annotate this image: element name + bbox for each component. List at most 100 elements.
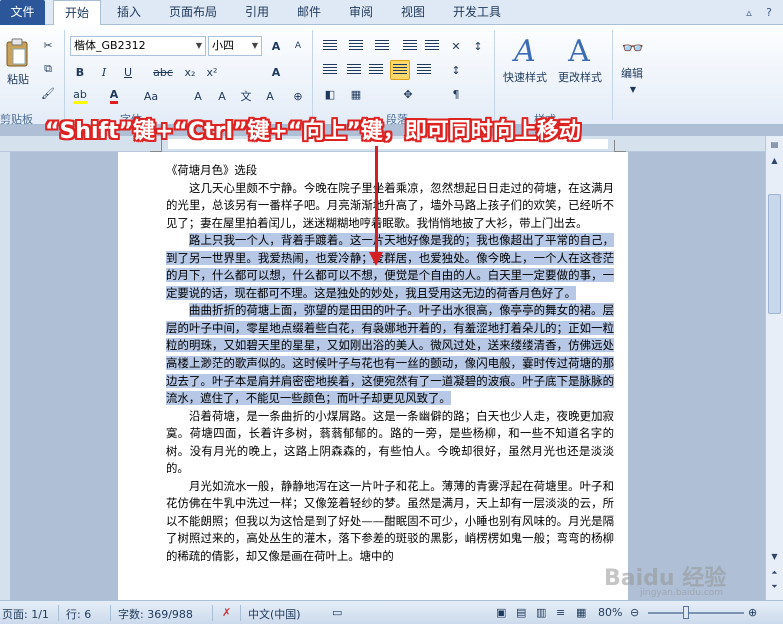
increase-indent-icon[interactable]	[422, 36, 442, 56]
tab-view[interactable]: 视图	[392, 0, 434, 25]
font-name-value: 楷体_GB2312	[74, 39, 146, 52]
page-indicator[interactable]: 页面: 1/1	[2, 606, 49, 622]
borders-icon[interactable]: ▦	[346, 84, 366, 104]
chevron-down-icon[interactable]: ▼	[626, 83, 640, 95]
cut-icon[interactable]: ✂	[38, 35, 58, 55]
print-layout-icon[interactable]: ▣	[496, 606, 506, 619]
align-right-icon[interactable]	[366, 60, 386, 80]
full-screen-reading-icon[interactable]: ▤	[516, 606, 526, 619]
paragraph: 这几天心里颇不宁静。今晚在院子里坐着乘凉，忽然想起日日走过的荷塘，在这满月的光里…	[166, 180, 614, 230]
decrease-indent-icon[interactable]	[400, 36, 420, 56]
zoom-level[interactable]: 80%	[598, 606, 622, 619]
tab-developer[interactable]: 开发工具	[444, 0, 510, 25]
selection-highlight: 路上只我一个人，背着手踱着。这一片天地好像是我的；我也像超出了平常的自己，到了另…	[166, 233, 614, 300]
binoculars-icon[interactable]: 👓	[618, 33, 648, 63]
status-divider	[212, 605, 213, 621]
selection-highlight: 曲曲折折的荷塘上面，弥望的是田田的叶子。叶子出水很高，像亭亭的舞女的裙。层层的叶…	[166, 303, 614, 406]
shrink-font-icon[interactable]: A	[288, 36, 308, 56]
paragraph: 月光如流水一般，静静地泻在这一片叶子和花上。薄薄的青雾浮起在荷塘里。叶子和花仿佛…	[166, 478, 614, 564]
draft-icon[interactable]: ▦	[576, 606, 586, 619]
distributed-icon[interactable]	[414, 60, 434, 80]
ribbon: 粘贴 ✂ ⧉ 🖌 剪贴板 楷体_GB2312 ▼ 小四 ▼ A A B I U ab…	[0, 25, 783, 126]
previous-page-icon[interactable]: ⏶	[768, 566, 781, 579]
strikethrough-button[interactable]: abc	[150, 62, 176, 82]
zoom-in-icon[interactable]: ⊕	[748, 606, 757, 619]
scroll-thumb[interactable]	[768, 194, 781, 314]
asian-typography-icon[interactable]: ✥	[398, 84, 418, 104]
font-name-combo[interactable]: 楷体_GB2312 ▼	[70, 36, 206, 56]
language-indicator[interactable]: 中文(中国)	[248, 606, 301, 622]
change-styles-icon[interactable]: A	[556, 31, 602, 71]
selected-paragraph: 路上只我一个人，背着手踱着。这一片天地好像是我的；我也像超出了平常的自己，到了另…	[166, 232, 614, 302]
insert-mode-icon[interactable]: ▭	[332, 606, 342, 619]
format-painter-icon[interactable]: 🖌	[38, 83, 58, 103]
ribbon-minimize-icon[interactable]: ▵	[742, 6, 756, 20]
chinese-layout-icon[interactable]: ✕	[446, 36, 466, 56]
text-effects-icon[interactable]: A	[266, 62, 286, 82]
edit-label[interactable]: 编辑	[616, 65, 648, 81]
tab-review[interactable]: 审阅	[340, 0, 382, 25]
quick-styles-icon[interactable]: A	[500, 31, 550, 71]
superscript-button[interactable]: x²	[202, 62, 222, 82]
status-divider	[110, 605, 111, 621]
zoom-slider-thumb[interactable]	[683, 606, 689, 619]
scroll-up-icon[interactable]: ▲	[768, 154, 781, 167]
tab-file[interactable]: 文件	[0, 0, 45, 25]
tab-page-layout[interactable]: 页面布局	[160, 0, 226, 25]
help-icon[interactable]: ?	[762, 6, 776, 20]
bullets-icon[interactable]	[320, 36, 340, 56]
enclose-char-icon[interactable]: ⊕	[288, 86, 308, 106]
font-size-combo[interactable]: 小四 ▼	[208, 36, 262, 56]
group-divider	[612, 30, 613, 120]
char-shading-icon[interactable]: A	[260, 86, 280, 106]
highlight-icon[interactable]: ab	[70, 86, 90, 106]
tab-insert[interactable]: 插入	[106, 0, 152, 25]
multilevel-list-icon[interactable]	[372, 36, 392, 56]
group-divider	[312, 30, 313, 120]
tab-home[interactable]: 开始	[53, 0, 101, 26]
vertical-ruler[interactable]	[0, 152, 10, 600]
phonetic-icon[interactable]: 文	[236, 86, 256, 106]
italic-button[interactable]: I	[94, 62, 114, 82]
tab-mailings[interactable]: 邮件	[288, 0, 330, 25]
vertical-scrollbar[interactable]: ▤ ▲ ▼ ⏶ ⏷	[765, 136, 783, 600]
subscript-button[interactable]: x₂	[180, 62, 200, 82]
sort-icon[interactable]: ↕	[468, 36, 488, 56]
paste-button[interactable]	[2, 31, 32, 75]
copy-icon[interactable]: ⧉	[38, 59, 58, 79]
line-indicator[interactable]: 行: 6	[66, 606, 91, 622]
tab-references[interactable]: 引用	[236, 0, 278, 25]
zoom-out-icon[interactable]: ⊖	[630, 606, 639, 619]
clipboard-icon	[6, 38, 28, 67]
word-count[interactable]: 字数: 369/988	[118, 606, 193, 622]
annotation-banner: “Shift”键+“Ctrl”键+“向上”键，即可同时向上移动	[45, 119, 581, 144]
next-page-icon[interactable]: ⏷	[768, 580, 781, 593]
align-left-icon[interactable]	[320, 60, 340, 80]
quick-styles-label[interactable]: 快速样式	[498, 69, 552, 85]
ruler-toggle-icon[interactable]: ▤	[768, 138, 781, 151]
change-case-button[interactable]: Aa	[138, 86, 164, 106]
justify-icon[interactable]	[390, 60, 410, 80]
proofing-icon[interactable]: ✗	[222, 606, 231, 619]
clipboard-group-label: 剪贴板	[0, 113, 33, 126]
shading-icon[interactable]: ◧	[320, 84, 340, 104]
line-spacing-icon[interactable]: ↕	[446, 60, 466, 80]
change-styles-label[interactable]: 更改样式	[552, 69, 608, 85]
outline-icon[interactable]: ≡	[556, 606, 565, 619]
bold-button[interactable]: B	[70, 62, 90, 82]
underline-button[interactable]: U	[118, 62, 138, 82]
paragraph: 沿着荷塘，是一条曲折的小煤屑路。这是一条幽僻的路；白天也少人走，夜晚更加寂寞。荷…	[166, 408, 614, 476]
scroll-down-icon[interactable]: ▼	[768, 550, 781, 563]
char-border-icon[interactable]: A	[212, 86, 232, 106]
show-marks-icon[interactable]: ¶	[446, 84, 466, 104]
numbering-icon[interactable]	[346, 36, 366, 56]
clear-format-icon[interactable]: A	[188, 86, 208, 106]
web-layout-icon[interactable]: ▥	[536, 606, 546, 619]
font-color-icon[interactable]: A	[104, 86, 124, 106]
chevron-down-icon[interactable]: ▼	[249, 37, 261, 55]
chevron-down-icon[interactable]: ▼	[193, 37, 205, 55]
grow-font-icon[interactable]: A	[266, 36, 286, 56]
zoom-slider[interactable]	[648, 612, 744, 614]
align-center-icon[interactable]	[344, 60, 364, 80]
document-text[interactable]: 《荷塘月色》选段 这几天心里颇不宁静。今晚在院子里坐着乘凉，忽然想起日日走过的荷…	[166, 162, 614, 566]
